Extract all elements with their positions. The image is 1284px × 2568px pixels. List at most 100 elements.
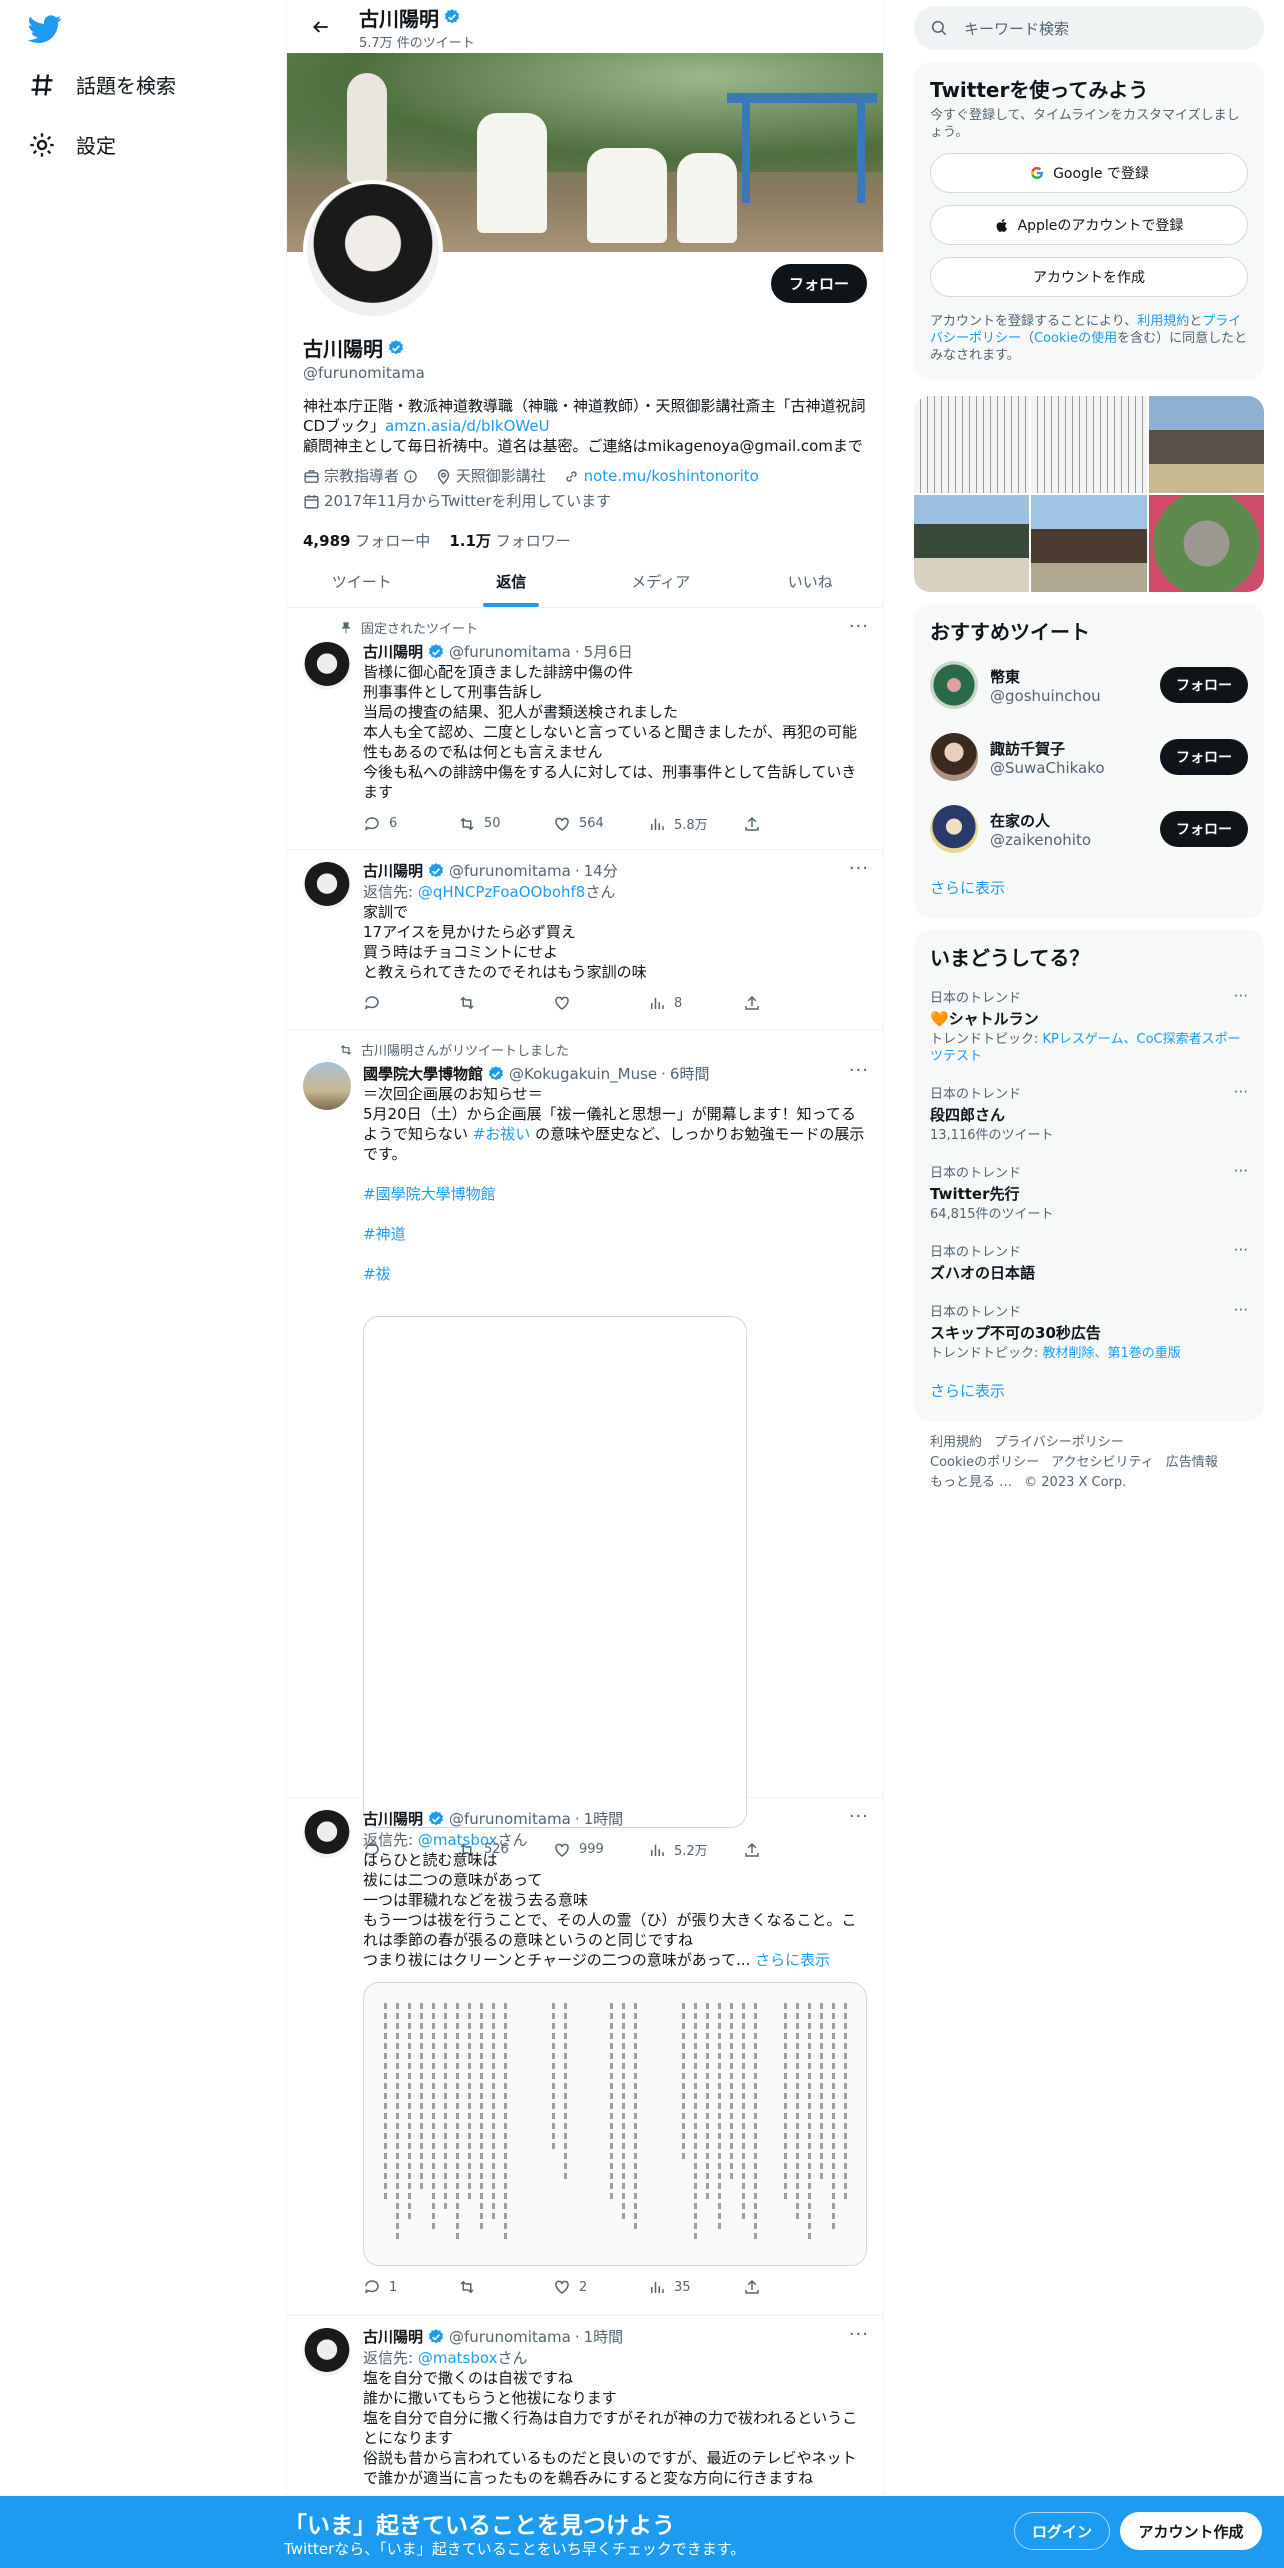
recommend-user[interactable]: 在家の人 @zaikenohito フォロー (930, 793, 1248, 865)
footer-cookie-link[interactable]: Cookieのポリシー (930, 1455, 1039, 1470)
avatar[interactable] (930, 733, 978, 781)
followers-stat[interactable]: 1.1万 フォロワー (449, 532, 570, 550)
profile-website-link[interactable]: note.mu/koshintonorito (584, 466, 759, 487)
tweet-item[interactable]: 古川陽明さんがリツイートしました ··· 國學院大學博物館 @Kokugakui… (287, 1030, 883, 1859)
show-more-link[interactable]: さらに表示 (755, 1951, 830, 1969)
tweet-time[interactable]: 5月6日 (584, 641, 633, 662)
more-options-icon[interactable]: ··· (849, 1060, 869, 1081)
google-signup-button[interactable]: Google で登録 (930, 153, 1248, 193)
retweet-button[interactable]: 50 (458, 814, 518, 833)
views-button[interactable]: 5.8万 (648, 814, 708, 833)
avatar[interactable] (303, 862, 351, 910)
tweet-time[interactable]: 14分 (584, 860, 618, 881)
tweet-item[interactable]: 固定されたツイート ··· 古川陽明 @furunomitama · 5月6日 … (287, 608, 883, 850)
trend-item[interactable]: 日本のトレンド スキップ不可の30秒広告 トレンドトピック: 教材削除、第1巻の… (930, 1289, 1248, 1368)
login-button[interactable]: ログイン (1014, 2512, 1110, 2550)
media-thumb[interactable] (1031, 495, 1147, 592)
footer-privacy-link[interactable]: プライバシーポリシー (994, 1435, 1124, 1450)
search-input[interactable]: キーワード検索 (964, 18, 1069, 39)
back-button[interactable] (303, 9, 339, 45)
following-stat[interactable]: 4,989 フォロー中 (303, 532, 430, 550)
more-options-icon[interactable]: ··· (1234, 987, 1248, 1005)
hashtag-link[interactable]: #國學院大學博物館 (363, 1184, 869, 1204)
tab-likes[interactable]: いいね (736, 555, 884, 607)
views-button[interactable]: 8 (648, 994, 708, 1012)
views-button[interactable]: 35 (648, 2278, 708, 2296)
author-name[interactable]: 古川陽明 (363, 860, 423, 881)
share-button[interactable] (743, 994, 803, 1012)
share-button[interactable] (743, 814, 803, 833)
avatar[interactable] (303, 2328, 351, 2376)
more-options-icon[interactable]: ··· (849, 858, 869, 879)
footer-ads-link[interactable]: 広告情報 (1166, 1455, 1218, 1470)
trend-topic-links[interactable]: 教材削除、第1巻の重版 (1043, 1346, 1181, 1361)
twitter-bird-icon[interactable] (28, 12, 62, 46)
nav-explore[interactable]: 話題を検索 (28, 70, 176, 99)
more-options-icon[interactable]: ··· (1234, 1083, 1248, 1101)
signup-button[interactable]: アカウント作成 (1120, 2512, 1262, 2550)
share-button[interactable] (743, 2278, 803, 2296)
tweet-item[interactable]: ··· 古川陽明 @furunomitama · 1時間 返信先: @matsb… (287, 2316, 883, 2516)
tweet-time[interactable]: 1時間 (584, 1808, 624, 1829)
footer-more-link[interactable]: もっと見る … (930, 1475, 1012, 1490)
tab-media[interactable]: メディア (586, 555, 736, 607)
retweet-button[interactable] (458, 994, 518, 1012)
reply-to-handle[interactable]: @matsbox (418, 1831, 498, 1849)
author-name[interactable]: 古川陽明 (363, 2326, 423, 2347)
trend-item[interactable]: 日本のトレンド Twitter先行 64,815件のツイート ··· (930, 1150, 1248, 1229)
nav-settings[interactable]: 設定 (28, 130, 116, 159)
tab-replies[interactable]: 返信 (437, 555, 587, 607)
search-bar[interactable]: キーワード検索 (914, 6, 1264, 50)
reply-to-handle[interactable]: @qHNCPzFoaOObohf8 (418, 883, 586, 901)
media-grid[interactable] (914, 396, 1264, 592)
cookie-link[interactable]: Cookieの使用 (1034, 331, 1117, 346)
recommend-show-more[interactable]: さらに表示 (930, 865, 1248, 906)
avatar[interactable] (303, 1062, 351, 1110)
footer-terms-link[interactable]: 利用規約 (930, 1435, 982, 1450)
reply-to-handle[interactable]: @matsbox (418, 2349, 498, 2367)
tweet-time[interactable]: 6時間 (670, 1063, 710, 1084)
trend-item[interactable]: 日本のトレンド 段四郎さん 13,116件のツイート ··· (930, 1071, 1248, 1150)
author-name[interactable]: 古川陽明 (363, 1808, 423, 1829)
follow-button[interactable]: フォロー (1160, 667, 1248, 703)
avatar[interactable] (303, 1810, 351, 1858)
author-name[interactable]: 國學院大學博物館 (363, 1063, 483, 1084)
info-icon[interactable] (403, 469, 418, 484)
follow-button[interactable]: フォロー (1160, 739, 1248, 775)
retweet-label[interactable]: 古川陽明さんがリツイートしました (361, 1040, 569, 1059)
bio-link[interactable]: amzn.asia/d/bIkOWeU (385, 417, 550, 435)
footer-accessibility-link[interactable]: アクセシビリティ (1051, 1455, 1154, 1470)
hashtag-link[interactable]: #祓 (363, 1264, 869, 1284)
terms-link[interactable]: 利用規約 (1137, 314, 1189, 329)
media-thumb[interactable] (914, 495, 1030, 592)
like-button[interactable]: 564 (553, 814, 613, 833)
like-button[interactable] (553, 994, 613, 1012)
hashtag-link[interactable]: #神道 (363, 1224, 869, 1244)
tweet-time[interactable]: 1時間 (584, 2326, 624, 2347)
avatar[interactable] (930, 661, 978, 709)
more-options-icon[interactable]: ··· (1234, 1162, 1248, 1180)
media-thumb[interactable] (1148, 396, 1264, 493)
tweet-item[interactable]: ··· 古川陽明 @furunomitama · 14分 返信先: @qHNCP… (287, 850, 883, 1030)
apple-signup-button[interactable]: Appleのアカウントで登録 (930, 205, 1248, 245)
media-thumb[interactable] (1148, 495, 1264, 592)
media-thumb[interactable] (914, 396, 1030, 493)
more-options-icon[interactable]: ··· (849, 1806, 869, 1827)
profile-avatar[interactable] (303, 180, 443, 320)
more-options-icon[interactable]: ··· (1234, 1241, 1248, 1259)
trend-item[interactable]: 日本のトレンド 🧡シャトルラン トレンドトピック: KPレスゲーム、CoC探索者… (930, 975, 1248, 1071)
profile-website[interactable]: note.mu/koshintonorito (563, 466, 759, 487)
follow-button[interactable]: フォロー (770, 264, 867, 303)
tweet-item[interactable]: ··· 古川陽明 @furunomitama · 1時間 返信先: @matsb… (287, 1798, 883, 2316)
tweet-media[interactable] (363, 1982, 867, 2266)
hashtag-link[interactable]: #お祓い (473, 1125, 531, 1143)
trend-item[interactable]: 日本のトレンド ズハオの日本語 ··· (930, 1229, 1248, 1289)
more-options-icon[interactable]: ··· (1234, 1301, 1248, 1319)
reply-button[interactable] (363, 994, 423, 1012)
create-account-button[interactable]: アカウントを作成 (930, 257, 1248, 297)
trends-show-more[interactable]: さらに表示 (930, 1368, 1248, 1409)
tab-tweets[interactable]: ツイート (287, 555, 437, 607)
avatar[interactable] (930, 805, 978, 853)
tweet-media[interactable] (363, 1316, 747, 1828)
reply-button[interactable]: 1 (363, 2278, 423, 2296)
